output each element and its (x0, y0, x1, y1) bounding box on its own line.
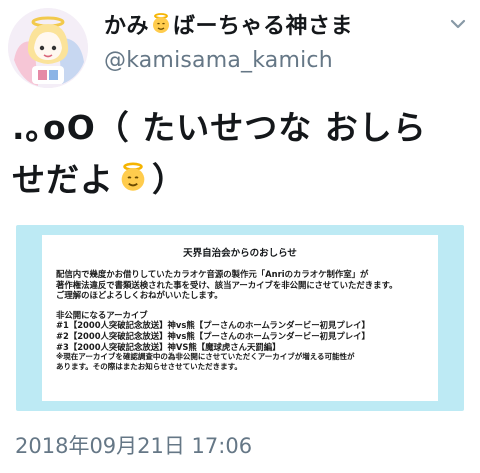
notice-title: 天界自治会からのおしらせ (183, 248, 297, 259)
tweet-text-line-1: .｡oO（ たいせつな おしら (12, 108, 427, 147)
display-name[interactable]: かみ ばーちゃる神さま (104, 8, 353, 40)
notice-paragraph-line: 配信内で幾度かお借りしていたカラオケ音源の製作元「Anriのカラオケ制作室」が (56, 269, 369, 279)
tweet-text-line-2-end: ） (152, 160, 186, 199)
tweet-text-line-2: せだよ ） (12, 154, 472, 206)
notice-list-item: #1【2000人突破記念放送】神vs熊【プーさんのホームランダービー初見プレイ】 (56, 320, 370, 331)
avatar[interactable] (8, 8, 88, 88)
attached-image[interactable]: 天界自治会からのおしらせ 配信内で幾度かお借りしていたカラオケ音源の製作元「An… (16, 225, 464, 411)
angel-emoji-icon (116, 158, 150, 192)
more-options-button[interactable] (446, 12, 470, 36)
tweet-timestamp[interactable]: 2018年09月21日 17:06 (15, 430, 252, 460)
notice-list-item: #3【2000人突破記念放送】神VS熊【魔球虎さん天罰編】 (56, 341, 281, 352)
tweet-header: かみ ばーちゃる神さま @kamisama_kamich (0, 0, 480, 92)
notice-panel: 天界自治会からのおしらせ 配信内で幾度かお借りしていたカラオケ音源の製作元「An… (42, 235, 438, 401)
notice-paragraph-line: ご理解のほどよろしくおねがいいたします。 (56, 290, 223, 301)
notice-footnote-line: ※現在アーカイブを確認調査中の為非公開にさせていただくアーカイブが増える可能性が (56, 352, 355, 362)
user-handle[interactable]: @kamisama_kamich (104, 48, 333, 73)
tweet-text-line-2-text: せだよ (12, 160, 114, 199)
avatar-illustration (8, 8, 88, 88)
notice-footnote-line: あります。その際はまたお知らせさせていただきます。 (56, 361, 242, 371)
display-name-part-2: ばーちゃる神さま (173, 14, 354, 39)
notice-list-item: #2【2000人突破記念放送】神vs熊【プーさんのホームランダービー初見プレイ】 (56, 330, 370, 341)
angel-emoji-icon (149, 12, 173, 36)
display-name-part-1: かみ (104, 14, 150, 39)
chevron-down-icon (450, 19, 466, 29)
notice-list-heading: 非公開になるアーカイブ (56, 309, 148, 320)
notice-paragraph-line: 著作権法違反で書類送検された事を受け、該当アーカイブを非公開にさせていただきます… (56, 279, 398, 290)
tweet-text: .｡oO（ たいせつな おしら せだよ ） (12, 102, 472, 206)
notice-body: 配信内で幾度かお借りしていたカラオケ音源の製作元「Anriのカラオケ制作室」が … (56, 269, 432, 371)
